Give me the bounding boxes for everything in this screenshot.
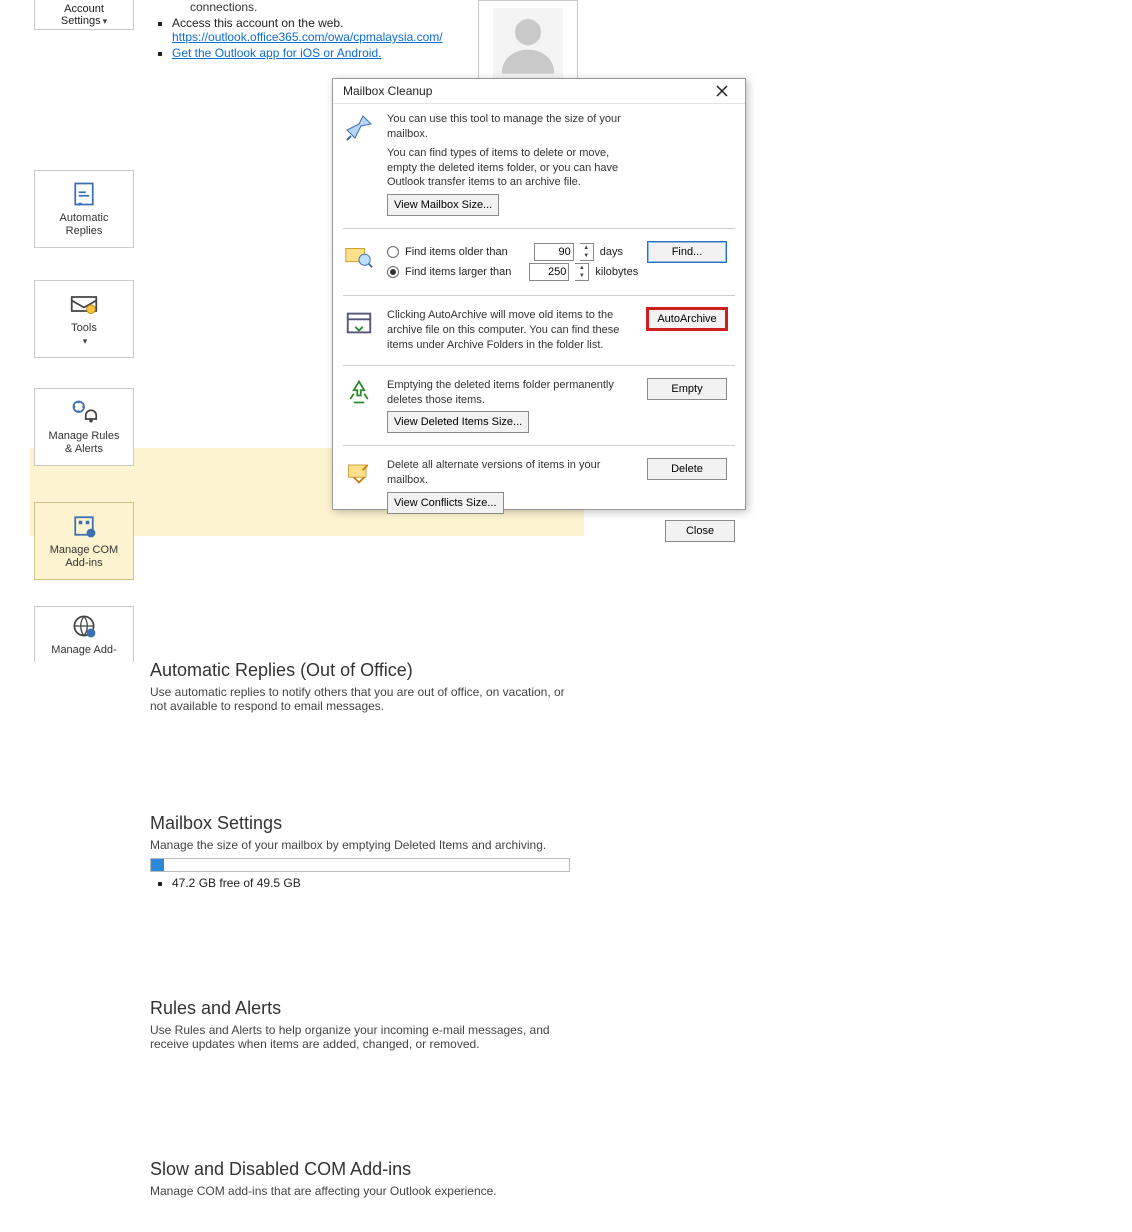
- chevron-up-icon: ▲: [580, 244, 593, 252]
- view-conflicts-size-button[interactable]: View Conflicts Size...: [387, 492, 504, 514]
- dialog-title: Mailbox Cleanup: [343, 84, 432, 98]
- label: Manage COM: [50, 544, 118, 556]
- section-title: Automatic Replies (Out of Office): [150, 660, 580, 681]
- chevron-down-icon: ▼: [575, 272, 588, 280]
- connections-text: connections.: [190, 0, 590, 14]
- recycle-icon: [343, 378, 375, 410]
- section-body: Use Rules and Alerts to help organize yo…: [150, 1023, 580, 1051]
- older-value-input[interactable]: [534, 243, 574, 261]
- intro-text-1: You can use this tool to manage the size…: [387, 112, 641, 142]
- section-body: Manage COM add-ins that are affecting yo…: [150, 1184, 580, 1198]
- view-mailbox-size-button[interactable]: View Mailbox Size...: [387, 194, 499, 216]
- label: Access this account on the web.: [172, 16, 343, 30]
- manage-addins-icon: [70, 612, 98, 640]
- view-deleted-size-button[interactable]: View Deleted Items Size...: [387, 411, 529, 433]
- find-button[interactable]: Find...: [647, 241, 727, 263]
- intro-text-2: You can find types of items to delete or…: [387, 146, 641, 191]
- section-slow-com-addins: Slow and Disabled COM Add-ins Manage COM…: [150, 1159, 580, 1198]
- label: Manage Add-: [51, 644, 116, 657]
- separator: [343, 445, 735, 446]
- intro-row: You can use this tool to manage the size…: [343, 112, 735, 216]
- label: & Alerts: [65, 443, 103, 455]
- section-rules-alerts: Rules and Alerts Use Rules and Alerts to…: [150, 998, 580, 1051]
- autoarchive-text: Clicking AutoArchive will move old items…: [387, 308, 641, 353]
- larger-spinner[interactable]: ▲▼: [575, 263, 589, 281]
- chevron-down-icon: ▾: [83, 336, 88, 346]
- delete-text: Delete all alternate versions of items i…: [387, 458, 641, 488]
- empty-text: Emptying the deleted items folder perman…: [387, 378, 641, 408]
- owa-link[interactable]: https://outlook.office365.com/owa/cpmala…: [172, 30, 443, 44]
- close-button[interactable]: [705, 79, 739, 103]
- section-mailbox-settings: Mailbox Settings Manage the size of your…: [150, 813, 580, 890]
- separator: [343, 295, 735, 296]
- mailbox-usage-text: 47.2 GB free of 49.5 GB: [172, 876, 580, 890]
- close-dialog-button[interactable]: Close: [665, 520, 735, 542]
- chevron-up-icon: ▲: [575, 264, 588, 272]
- tile-manage-com-addins[interactable]: Manage COMAdd-ins: [34, 502, 134, 580]
- find-row: Find items older than ▲▼ days Find items…: [343, 241, 735, 283]
- autoarchive-row: Clicking AutoArchive will move old items…: [343, 308, 735, 353]
- com-addins-icon: [70, 512, 98, 540]
- mailbox-usage-bar: [150, 858, 570, 872]
- rules-alerts-icon: [70, 398, 98, 426]
- section-body: Use automatic replies to notify others t…: [150, 685, 580, 713]
- mailbox-cleanup-dialog: Mailbox Cleanup You can use this tool to…: [332, 78, 746, 510]
- older-label: Find items older than: [405, 246, 508, 258]
- label: Tools: [71, 322, 97, 334]
- dialog-titlebar: Mailbox Cleanup: [333, 79, 745, 104]
- older-spinner[interactable]: ▲▼: [580, 243, 594, 261]
- tile-manage-rules[interactable]: Manage Rules& Alerts: [34, 388, 134, 466]
- section-body: Manage the size of your mailbox by empty…: [150, 838, 580, 852]
- tile-manage-addins[interactable]: Manage Add-: [34, 606, 134, 662]
- find-icon: [343, 241, 375, 273]
- autoarchive-button[interactable]: AutoArchive: [647, 308, 727, 330]
- close-icon: [716, 85, 728, 97]
- account-info-fragment: connections. Access this account on the …: [150, 0, 590, 62]
- separator: [343, 228, 735, 229]
- conflicts-icon: [343, 458, 375, 490]
- label: Account: [64, 3, 104, 15]
- radio-older-than[interactable]: [387, 246, 399, 258]
- separator: [343, 365, 735, 366]
- broom-icon: [343, 112, 375, 144]
- larger-unit: kilobytes: [595, 266, 638, 278]
- label: Manage Rules: [49, 430, 120, 442]
- tile-account-settings[interactable]: AccountSettings▾: [34, 0, 134, 30]
- empty-button[interactable]: Empty: [647, 378, 727, 400]
- label: Replies: [66, 225, 103, 237]
- delete-row: Delete all alternate versions of items i…: [343, 458, 735, 514]
- access-web-line: Access this account on the web. https://…: [172, 16, 590, 44]
- chevron-down-icon: ▾: [103, 16, 108, 26]
- section-title: Mailbox Settings: [150, 813, 580, 834]
- larger-value-input[interactable]: [529, 263, 569, 281]
- empty-row: Emptying the deleted items folder perman…: [343, 378, 735, 434]
- older-unit: days: [600, 246, 623, 258]
- tools-icon: [70, 290, 98, 318]
- radio-larger-than[interactable]: [387, 266, 399, 278]
- delete-button[interactable]: Delete: [647, 458, 727, 480]
- section-title: Rules and Alerts: [150, 998, 580, 1019]
- tile-tools[interactable]: Tools ▾: [34, 280, 134, 358]
- label: Settings: [61, 15, 101, 27]
- get-outlook-app-link[interactable]: Get the Outlook app for iOS or Android.: [172, 46, 381, 60]
- label: Automatic: [60, 212, 109, 224]
- section-title: Slow and Disabled COM Add-ins: [150, 1159, 580, 1180]
- tile-automatic-replies[interactable]: AutomaticReplies: [34, 170, 134, 248]
- section-automatic-replies: Automatic Replies (Out of Office) Use au…: [150, 660, 580, 713]
- chevron-down-icon: ▼: [580, 252, 593, 260]
- archive-icon: [343, 308, 375, 340]
- larger-label: Find items larger than: [405, 266, 511, 278]
- automatic-replies-icon: [70, 180, 98, 208]
- label: Add-ins: [65, 557, 102, 569]
